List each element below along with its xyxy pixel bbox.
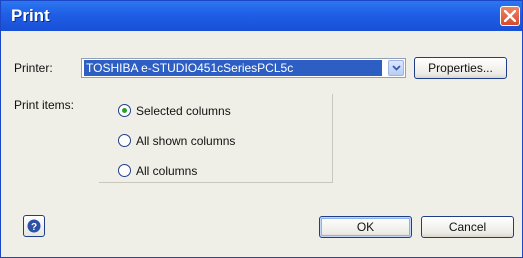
print-dialog: Print Printer: TOSHIBA e-STUDIO451cSerie… (0, 0, 523, 258)
ok-button[interactable]: OK (319, 216, 412, 238)
cancel-button[interactable]: Cancel (421, 216, 514, 238)
dialog-title: Print (11, 6, 50, 25)
radio-button[interactable] (118, 164, 131, 177)
radio-label: All columns (136, 164, 198, 178)
radio-label: All shown columns (136, 134, 236, 148)
svg-text:?: ? (31, 222, 37, 233)
radio-label: Selected columns (136, 104, 231, 118)
close-button[interactable] (500, 6, 520, 26)
radio-selected-dot (122, 108, 127, 113)
title-bar[interactable]: Print (1, 1, 522, 31)
printer-label: Printer: (14, 61, 53, 75)
radio-button[interactable] (118, 104, 131, 117)
chevron-down-icon (392, 65, 401, 71)
printer-dropdown-button[interactable] (388, 60, 404, 76)
close-icon (504, 10, 516, 22)
printer-select[interactable]: TOSHIBA e-STUDIO451cSeriesPCL5c (81, 58, 406, 78)
properties-button[interactable]: Properties... (414, 57, 507, 79)
print-items-label: Print items: (14, 98, 75, 112)
radio-button[interactable] (118, 134, 131, 147)
help-icon: ? (27, 219, 41, 233)
printer-value: TOSHIBA e-STUDIO451cSeriesPCL5c (84, 60, 382, 76)
help-button[interactable]: ? (23, 215, 45, 237)
